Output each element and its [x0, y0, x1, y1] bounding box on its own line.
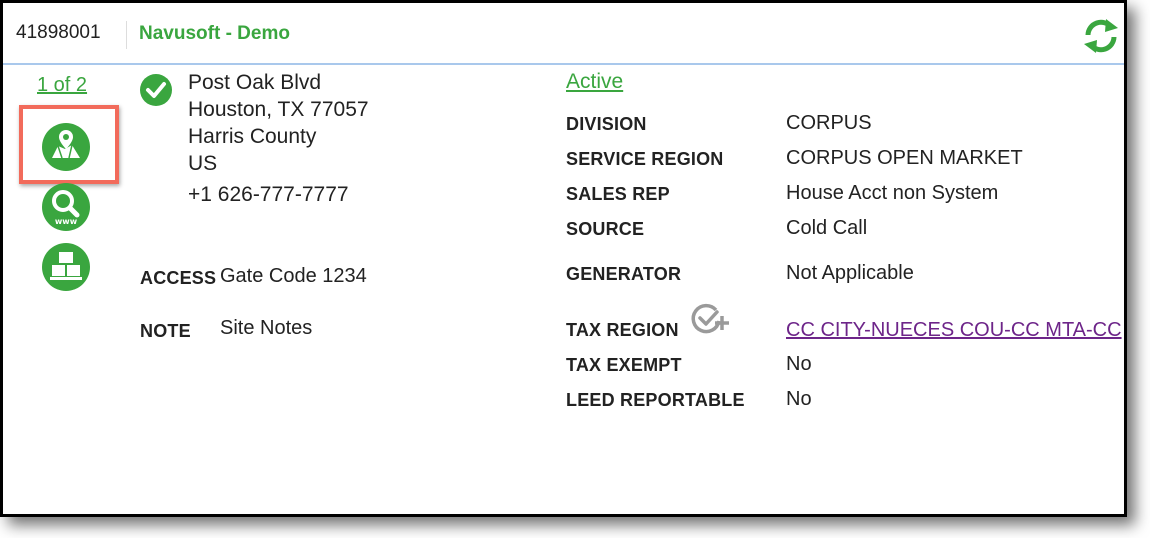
card-header: 41898001 Navusoft - Demo: [3, 3, 1124, 65]
containers-icon[interactable]: [41, 242, 91, 292]
address-county: Harris County: [188, 125, 317, 148]
refresh-icon[interactable]: [1080, 15, 1122, 57]
account-id: 41898001: [16, 22, 101, 43]
svg-text:www: www: [55, 217, 78, 226]
note-label: NOTE: [140, 321, 191, 341]
tax-region-label: TAX REGION: [566, 320, 679, 340]
leed-reportable-label: LEED REPORTABLE: [566, 390, 745, 410]
access-label: ACCESS: [140, 268, 217, 288]
access-value: Gate Code 1234: [220, 265, 367, 287]
account-name: Navusoft - Demo: [139, 23, 290, 44]
site-card: 41898001 Navusoft - Demo 1 of 2 www Post…: [0, 0, 1127, 517]
leed-reportable-value: No: [786, 388, 812, 410]
service-region-label: SERVICE REGION: [566, 149, 724, 169]
address-city: Houston, TX 77057: [188, 98, 369, 121]
pager-link[interactable]: 1 of 2: [37, 74, 87, 97]
source-value: Cold Call: [786, 217, 868, 239]
address-street: Post Oak Blvd: [188, 71, 322, 94]
map-location-icon[interactable]: [41, 122, 91, 172]
generator-label: GENERATOR: [566, 264, 682, 284]
sales-rep-label: SALES REP: [566, 184, 670, 204]
division-value: CORPUS: [786, 112, 872, 134]
phone-number: +1 626-777-7777: [188, 183, 349, 206]
note-value: Site Notes: [220, 317, 313, 339]
tax-region-link[interactable]: CC CITY-NUECES COU-CC MTA-CC: [786, 319, 1127, 342]
status-link[interactable]: Active: [566, 70, 623, 94]
header-divider: [126, 21, 127, 49]
generator-value: Not Applicable: [786, 262, 914, 284]
tax-exempt-value: No: [786, 353, 812, 375]
add-check-icon[interactable]: [689, 300, 731, 336]
sales-rep-value: House Acct non System: [786, 182, 999, 204]
source-label: SOURCE: [566, 219, 645, 239]
service-region-value: CORPUS OPEN MARKET: [786, 147, 1023, 169]
web-search-icon[interactable]: www: [41, 182, 91, 232]
tax-exempt-label: TAX EXEMPT: [566, 355, 682, 375]
verified-check-icon: [140, 74, 172, 106]
division-label: DIVISION: [566, 114, 647, 134]
address-country: US: [188, 152, 218, 175]
